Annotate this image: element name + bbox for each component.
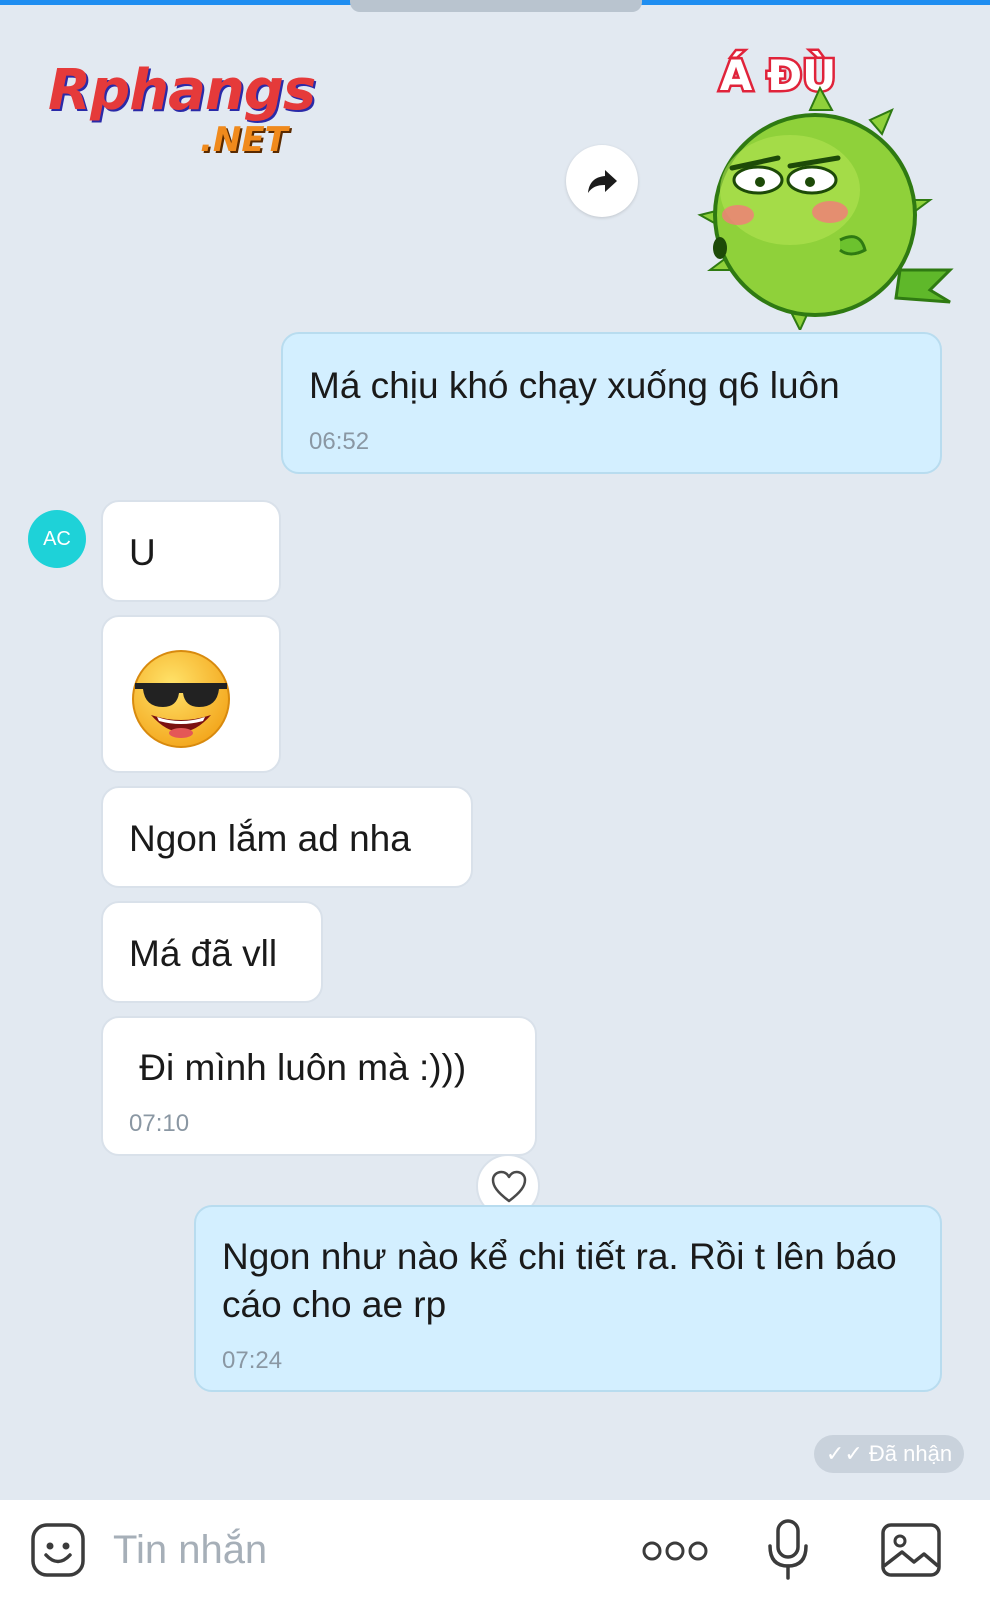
message-time: 06:52	[309, 428, 370, 455]
heart-icon	[491, 1170, 527, 1203]
delivery-status-badge: ✓✓ Đã nhận	[814, 1435, 964, 1473]
logo-sub-text: .NET	[200, 120, 288, 160]
image-icon[interactable]	[880, 1522, 942, 1578]
message-bubble-incoming[interactable]: Má đã vll	[101, 901, 323, 1003]
composer-bar	[0, 1500, 990, 1600]
forward-icon	[588, 170, 617, 193]
cool-sunglasses-emoji-icon	[132, 650, 230, 748]
sticker-icon[interactable]	[30, 1522, 86, 1578]
message-bubble-incoming[interactable]: U	[101, 500, 281, 602]
message-text: Má đã vll	[129, 933, 278, 974]
message-text: U	[129, 532, 156, 573]
message-text: Ngon như nào kể chi tiết ra. Rồi t lên b…	[222, 1236, 897, 1325]
message-text: Ngon lắm ad nha	[129, 818, 411, 859]
message-bubble-incoming[interactable]: Ngon lắm ad nha	[101, 786, 473, 888]
message-bubble-outgoing[interactable]: Má chịu khó chạy xuống q6 luôn 06:52	[281, 332, 942, 474]
avatar[interactable]: AC	[28, 510, 86, 568]
more-icon[interactable]	[642, 1540, 708, 1562]
message-input[interactable]	[113, 1522, 613, 1578]
pull-handle	[350, 0, 642, 12]
sticker-pufferfish[interactable]: Á ĐÙ	[660, 40, 960, 333]
message-bubble-incoming-emoji[interactable]	[101, 615, 281, 773]
watermark-logo: Rphangs .NET	[48, 58, 348, 168]
mic-icon[interactable]	[766, 1518, 810, 1582]
logo-main-text: Rphangs	[48, 58, 316, 123]
message-bubble-incoming[interactable]: Đi mình luôn mà :))) 07:10	[101, 1016, 537, 1156]
message-text: Má chịu khó chạy xuống q6 luôn	[309, 365, 840, 406]
message-bubble-outgoing[interactable]: Ngon như nào kể chi tiết ra. Rồi t lên b…	[194, 1205, 942, 1392]
message-time: 07:10	[129, 1110, 190, 1137]
message-text: Đi mình luôn mà :)))	[129, 1047, 467, 1088]
forward-button[interactable]	[566, 145, 638, 217]
message-time: 07:24	[222, 1347, 283, 1374]
